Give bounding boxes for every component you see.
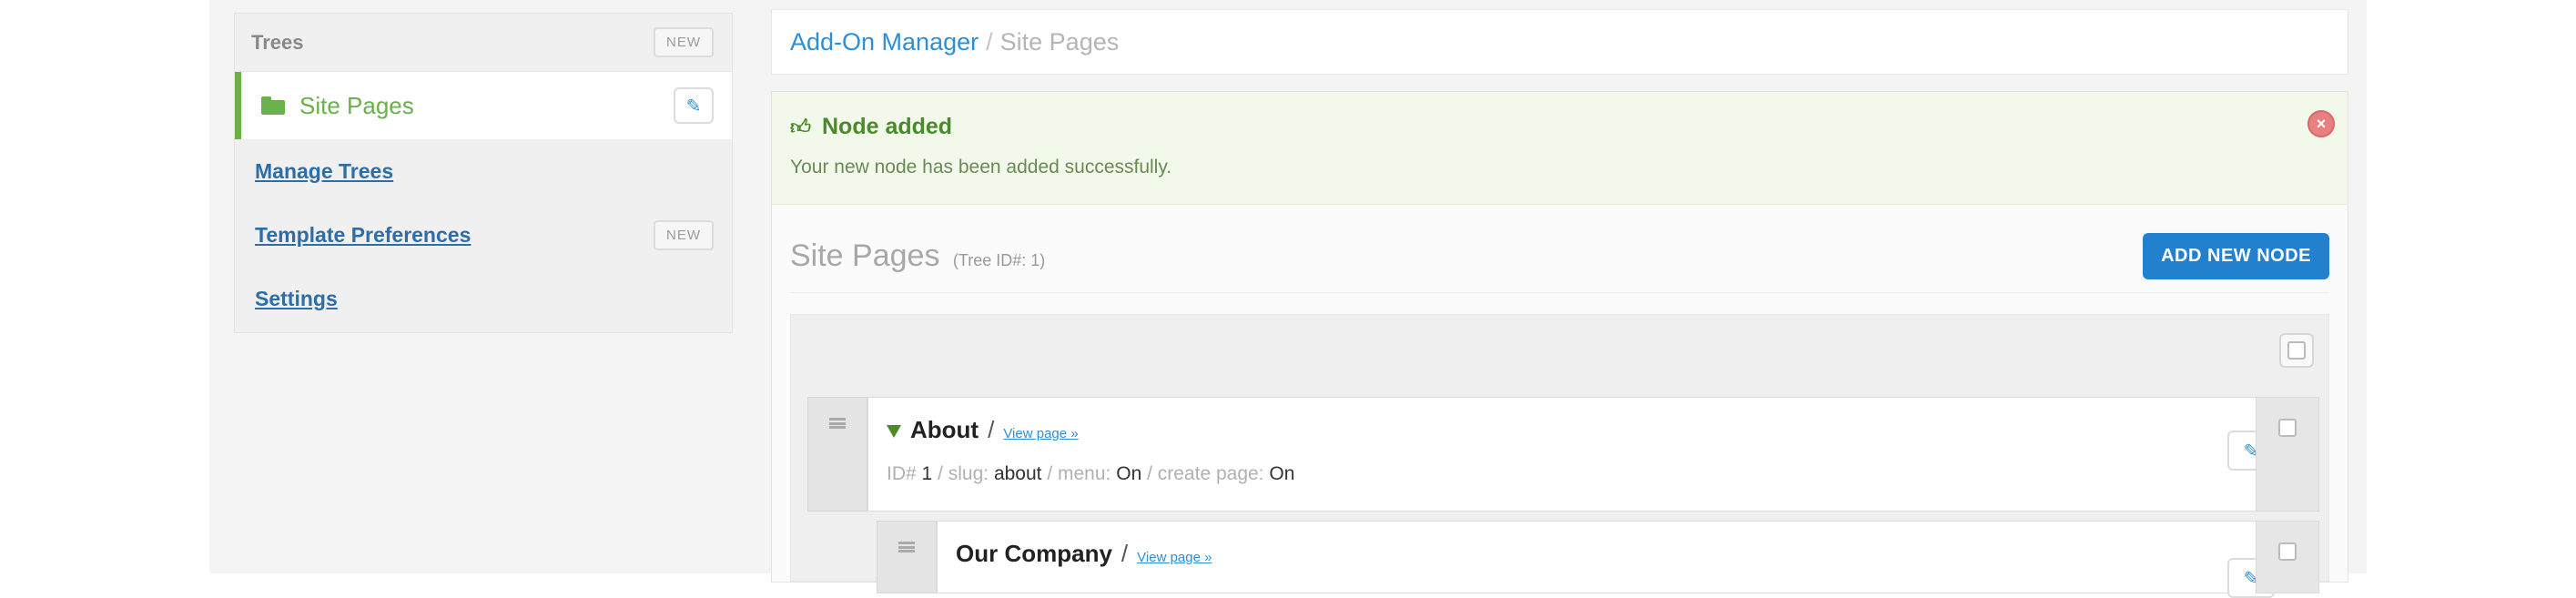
drag-icon (829, 418, 846, 429)
drag-icon (898, 542, 915, 552)
sidebar-header: Trees NEW (235, 14, 732, 72)
page-title: Site Pages (790, 238, 940, 273)
folder-icon (261, 96, 285, 115)
breadcrumb-current: Site Pages (999, 27, 1120, 56)
node-title: About (910, 416, 979, 443)
expand-triangle-icon[interactable] (887, 425, 901, 438)
alert-title: Node added (822, 114, 953, 139)
tree-container: About / View page » ID# 1 / slug: about … (790, 314, 2329, 598)
slug-label: / slug: (938, 463, 989, 484)
view-page-link[interactable]: View page » (1003, 426, 1078, 441)
sidebar-item-settings: Settings (235, 267, 732, 330)
drag-handle[interactable] (877, 521, 937, 593)
success-alert: 👍︎ Node added Your new node has been add… (772, 92, 2348, 205)
new-badge: NEW (654, 219, 714, 250)
sidebar-item-manage-trees: Manage Trees (235, 139, 732, 203)
node-title: Our Company (956, 540, 1112, 567)
sidebar-title: Trees (251, 30, 304, 54)
node-checkbox-column (2256, 521, 2319, 593)
create-page-value: On (1269, 463, 1295, 484)
add-new-node-button[interactable]: ADD NEW NODE (2143, 232, 2329, 279)
thumbs-up-icon: 👍︎ (790, 116, 811, 138)
tree-id-label: (Tree ID#: 1) (952, 250, 1046, 269)
id-label: ID# (887, 463, 917, 484)
new-badge: NEW (654, 27, 714, 57)
template-preferences-link[interactable]: Template Preferences (255, 223, 471, 248)
tree-node-about: About / View page » ID# 1 / slug: about … (867, 397, 2290, 512)
tree-node-our-company: Our Company / View page » ✎ (937, 521, 2290, 598)
drag-handle[interactable] (807, 397, 867, 512)
sidebar-item-label: Site Pages (299, 91, 414, 119)
id-value: 1 (921, 463, 933, 484)
node-header: About / View page » (887, 416, 1079, 444)
alert-title-row: 👍︎ Node added (790, 114, 2329, 140)
node-checkbox[interactable] (2274, 538, 2301, 565)
manage-trees-link[interactable]: Manage Trees (255, 159, 393, 184)
main-panel: 👍︎ Node added Your new node has been add… (771, 91, 2348, 598)
sidebar-item-template-preferences: Template Preferences NEW (235, 203, 732, 267)
node-separator: / (1121, 540, 1129, 567)
menu-value: On (1116, 463, 1142, 484)
breadcrumb: Add-On Manager / Site Pages (771, 9, 2348, 75)
node-separator: / (988, 416, 995, 443)
create-page-label: / create page: (1147, 463, 1264, 484)
sidebar: Trees NEW Site Pages ✎ Manage Trees Temp… (234, 13, 733, 333)
node-checkbox[interactable] (2274, 414, 2301, 441)
menu-label: / menu: (1047, 463, 1111, 484)
section-header: Site Pages (Tree ID#: 1) ADD NEW NODE (790, 219, 2329, 293)
close-icon[interactable]: × (2307, 110, 2335, 137)
slug-value: about (993, 463, 1042, 484)
app-frame: Trees NEW Site Pages ✎ Manage Trees Temp… (209, 0, 2367, 598)
breadcrumb-separator: / (986, 27, 993, 56)
node-meta: ID# 1 / slug: about / menu: On / create … (887, 463, 1294, 485)
breadcrumb-link-addon-manager[interactable]: Add-On Manager (790, 28, 979, 56)
alert-message: Your new node has been added successfull… (790, 157, 1172, 177)
edit-tree-button[interactable]: ✎ (674, 87, 714, 124)
node-checkbox-column (2256, 397, 2319, 512)
sidebar-item-site-pages[interactable]: Site Pages ✎ (235, 72, 732, 139)
select-all-checkbox[interactable] (2279, 333, 2314, 368)
view-page-link[interactable]: View page » (1137, 550, 1212, 565)
node-header: Our Company / View page » (956, 540, 1212, 568)
settings-link[interactable]: Settings (255, 287, 338, 311)
pencil-icon: ✎ (685, 96, 702, 117)
